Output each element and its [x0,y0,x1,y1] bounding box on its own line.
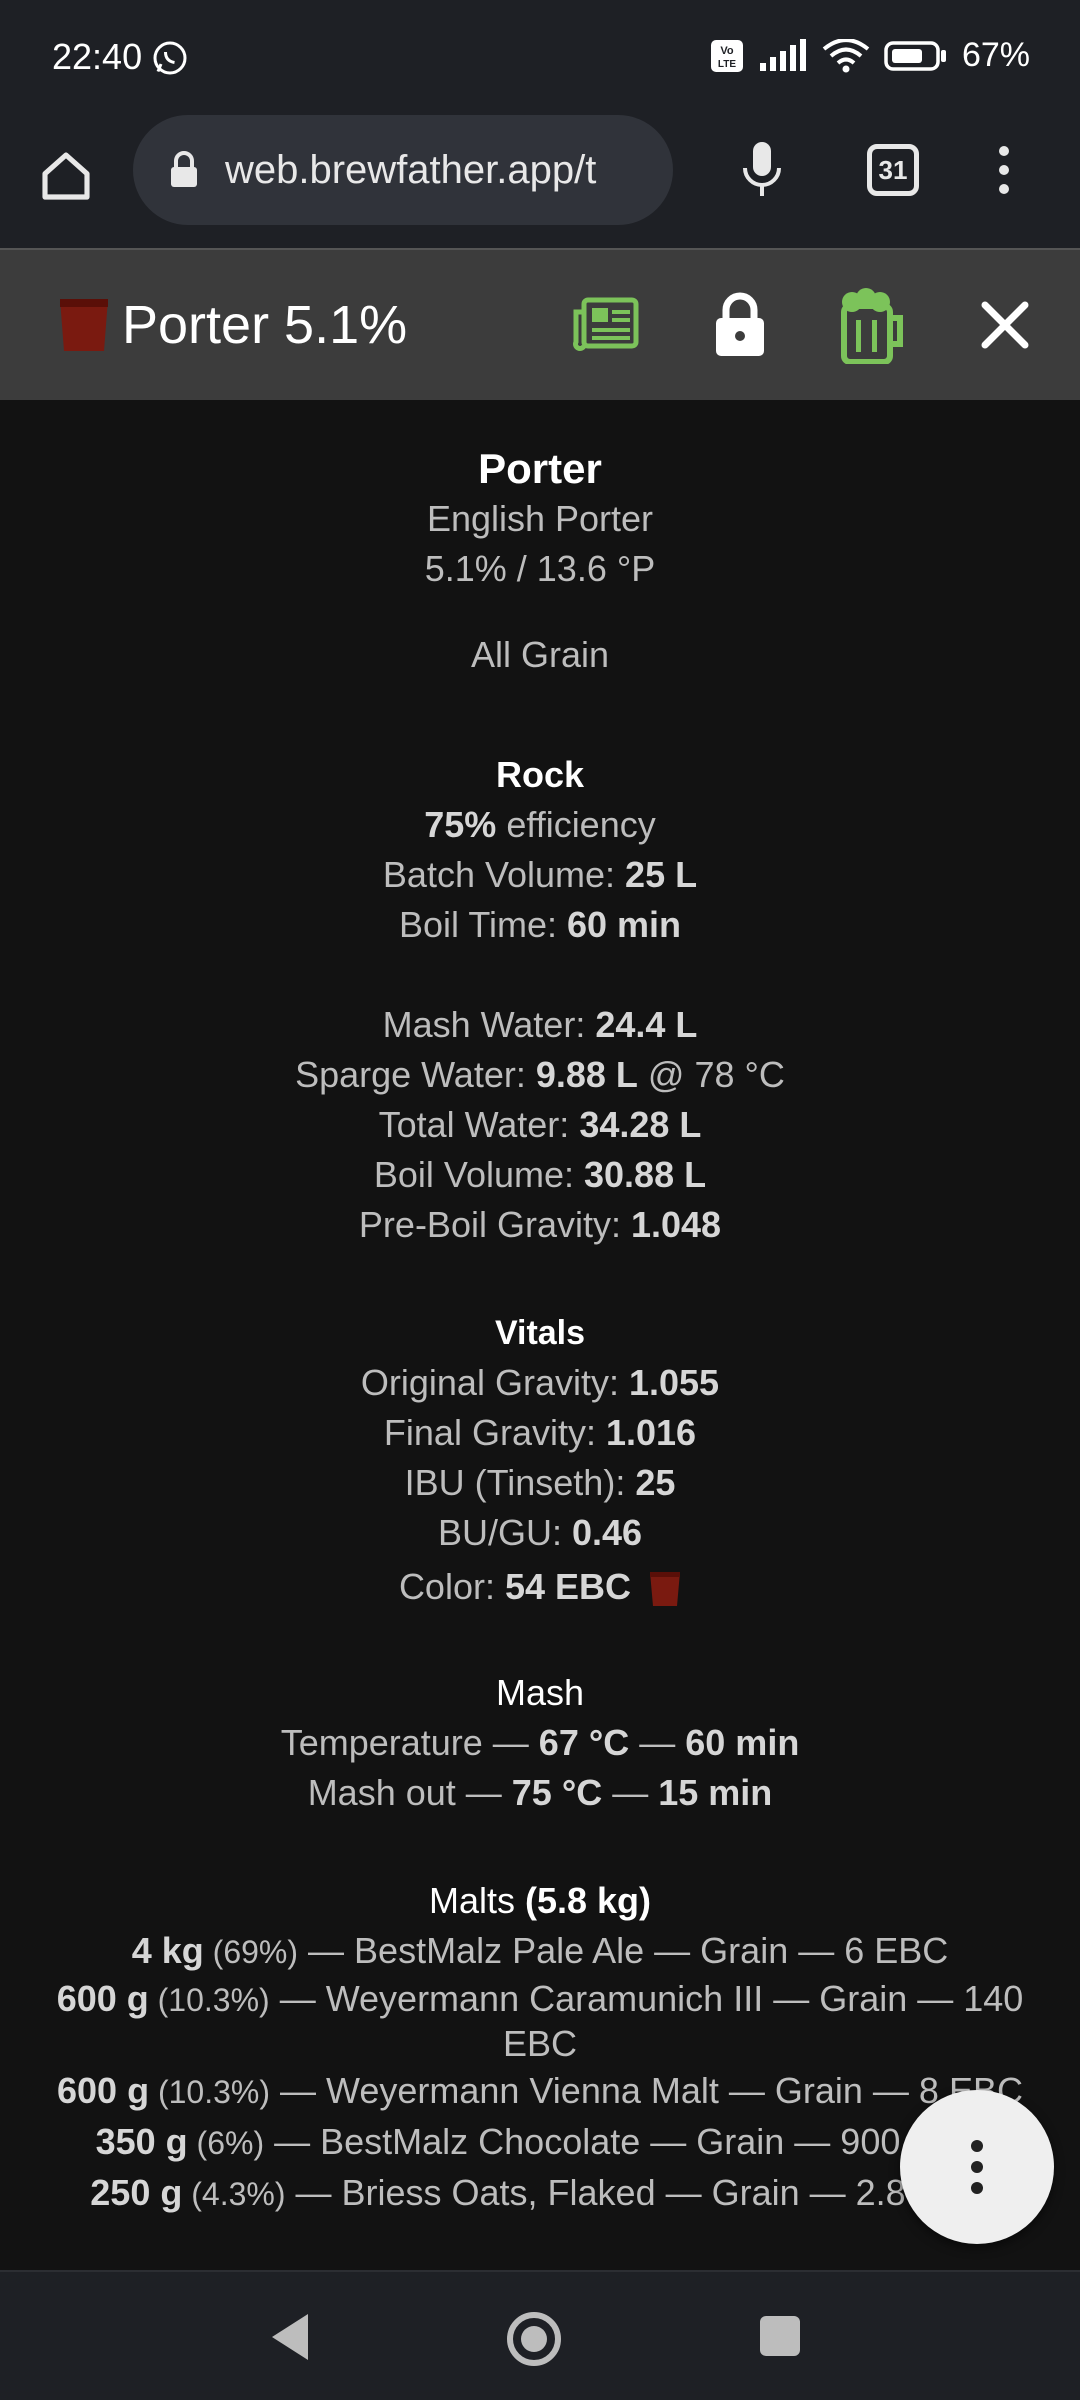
boil-time-line: Boil Time: 60 min [398,904,682,945]
mash-step: Temperature — 67 °C — 60 min [280,1722,800,1763]
vitals-title: Vitals [494,1314,586,1352]
volte-icon: Vo LTE [710,39,743,72]
tab-switcher-button[interactable]: 31 [867,144,919,196]
malt-item: 600 g (10.3%) — Weyermann Caramunich III… [56,1978,1024,2064]
browser-toolbar: web.brewfather.app/t 31 [0,110,1080,248]
battery-percent: 67% [961,36,1030,74]
total-water-line: Total Water: 34.28 L [378,1104,702,1145]
recipe-style: English Porter [426,498,654,539]
back-icon[interactable] [268,2312,312,2362]
color-glass-icon [650,1572,681,1607]
recents-icon[interactable] [760,2316,800,2356]
more-options-button[interactable] [900,2090,1054,2244]
microphone-icon [743,142,781,196]
lock-icon[interactable] [712,288,768,360]
fg-line: Final Gravity: 1.016 [383,1412,697,1453]
recipe-content: Porter English Porter 5.1% / 13.6 °P All… [0,400,1080,2270]
recipe-name: Porter [478,445,602,492]
svg-text:Vo: Vo [720,45,734,57]
equipment-name: Rock [495,754,585,795]
og-line: Original Gravity: 1.055 [360,1362,720,1403]
beer-mug-icon[interactable] [838,288,908,364]
malt-item: 4 kg (69%) — BestMalz Pale Ale — Grain —… [131,1930,949,1971]
recipe-title: Porter 5.1% [122,295,408,355]
system-nav-bar [0,2270,1080,2400]
mash-step: Mash out — 75 °C — 15 min [307,1772,773,1813]
sparge-water-line: Sparge Water: 9.88 L @ 78 °C [295,1054,785,1095]
recipe-header: Porter 5.1% [0,248,1080,400]
newspaper-icon[interactable] [572,288,644,360]
url-text: web.brewfather.app/t [225,147,597,192]
whatsapp-icon [153,41,187,75]
recipe-abv: 5.1% / 13.6 °P [424,548,656,589]
malts-title: Malts (5.8 kg) [428,1880,652,1921]
voice-search-button[interactable] [726,134,798,206]
home-nav-icon[interactable] [505,2310,563,2368]
status-indicators: Vo LTE 67% [710,36,1030,75]
svg-text:LTE: LTE [718,59,736,70]
close-icon[interactable] [980,300,1030,350]
efficiency-line: 75% efficiency [424,804,656,845]
status-bar: 22:40 Vo LTE 67% [0,0,1080,110]
boil-volume-line: Boil Volume: 30.88 L [373,1154,707,1195]
malt-item: 600 g (10.3%) — Weyermann Vienna Malt — … [57,2070,1023,2111]
batch-volume-line: Batch Volume: 25 L [382,854,698,895]
color-line: Color: 54 EBC [0,1562,1080,1612]
battery-icon [884,40,946,71]
address-bar[interactable]: web.brewfather.app/t [133,115,673,225]
browser-menu-button[interactable] [984,134,1024,206]
signal-icon [759,38,806,71]
status-time: 22:40 [52,36,143,77]
browser-home-button[interactable] [30,140,102,212]
mash-title: Mash [495,1672,585,1713]
beer-glass-icon [60,299,108,351]
recipe-type: All Grain [470,634,610,675]
mash-water-line: Mash Water: 24.4 L [382,1004,698,1045]
lock-icon [171,151,197,187]
wifi-icon [822,38,870,72]
home-icon [42,152,90,200]
preboil-gravity-line: Pre-Boil Gravity: 1.048 [358,1204,722,1245]
bugu-line: BU/GU: 0.46 [437,1512,643,1553]
ibu-line: IBU (Tinseth): 25 [404,1462,676,1503]
